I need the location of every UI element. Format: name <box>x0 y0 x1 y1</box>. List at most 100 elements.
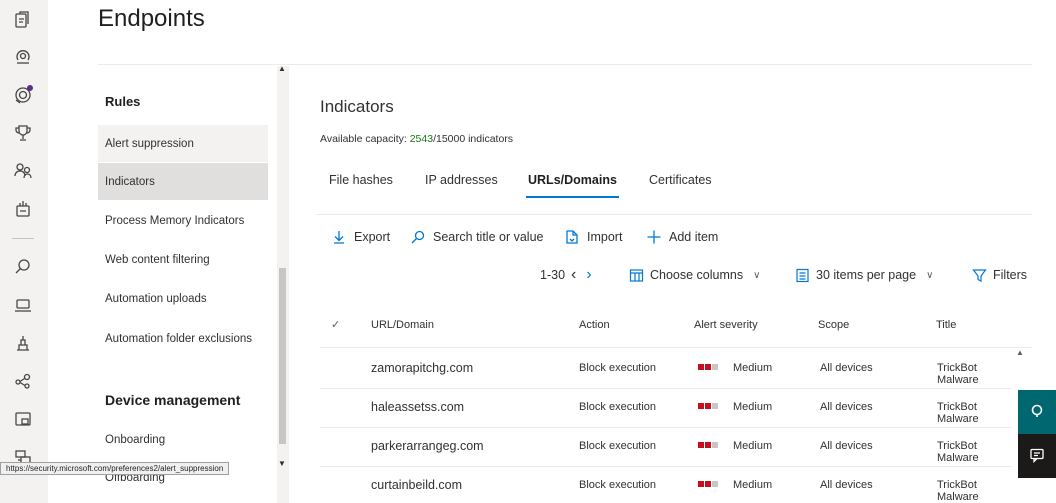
import-button[interactable]: Import <box>564 228 622 246</box>
notification-dot <box>27 85 33 91</box>
table-row[interactable]: curtainbeild.com Block execution Medium … <box>320 467 1012 503</box>
configuration-icon[interactable] <box>12 370 34 392</box>
search-label: Search title or value <box>433 230 544 244</box>
import-icon <box>564 229 580 245</box>
incidents-icon[interactable] <box>12 9 34 31</box>
table-row[interactable]: haleassetss.com Block execution Medium A… <box>320 389 1012 428</box>
filter-icon <box>972 268 987 283</box>
search-icon[interactable] <box>12 256 34 278</box>
evaluation-icon[interactable] <box>12 198 34 220</box>
export-label: Export <box>354 230 391 244</box>
vulnerability-icon[interactable] <box>12 332 34 354</box>
items-per-page-label: 30 items per page <box>816 268 917 282</box>
pagination: 1-30 ‹ › <box>540 266 592 284</box>
search-icon <box>410 229 426 245</box>
action-cell: Block execution <box>579 362 657 374</box>
filters-label: Filters <box>993 268 1028 282</box>
tab-urls-domains[interactable]: URLs/Domains <box>528 173 617 187</box>
scroll-down-arrow-icon[interactable]: ▼ <box>278 459 286 468</box>
severity-cell: Medium <box>698 401 772 413</box>
columns-icon <box>629 268 644 283</box>
severity-cell: Medium <box>698 362 772 374</box>
add-item-label: Add item <box>669 230 719 244</box>
device-inventory-icon[interactable] <box>12 294 34 316</box>
nav-item-alert-suppression[interactable]: Alert suppression <box>98 125 268 162</box>
rail-divider <box>12 238 34 239</box>
tab-certificates[interactable]: Certificates <box>649 173 712 187</box>
import-label: Import <box>587 230 623 244</box>
url-cell: parkerarrangeg.com <box>371 439 484 453</box>
severity-bars-icon <box>698 481 725 488</box>
url-cell: curtainbeild.com <box>371 478 463 492</box>
tab-ip-addresses[interactable]: IP addresses <box>425 173 498 187</box>
page-range: 1-30 <box>540 268 566 282</box>
add-icon <box>646 229 662 245</box>
left-nav-rail <box>0 0 48 503</box>
download-icon <box>331 229 347 245</box>
indicators-heading: Indicators <box>320 97 394 116</box>
table-header-divider <box>320 347 1032 348</box>
column-header-url[interactable]: URL/Domain <box>371 319 434 331</box>
email-icon[interactable] <box>12 408 34 430</box>
tabs-divider <box>316 214 1032 215</box>
severity-cell: Medium <box>698 440 772 452</box>
items-per-page-dropdown[interactable]: 30 items per page ∨ <box>795 266 933 284</box>
severity-bars-icon <box>698 403 725 410</box>
search-button[interactable]: Search title or value <box>410 228 543 246</box>
help-button[interactable] <box>1018 390 1056 434</box>
action-cell: Block execution <box>579 401 657 413</box>
select-all-checkmark-icon[interactable]: ✓ <box>331 318 340 331</box>
column-header-scope[interactable]: Scope <box>818 319 849 331</box>
action-cell: Block execution <box>579 440 657 452</box>
title-cell: TrickBot Malware <box>937 440 979 464</box>
severity-label: Medium <box>733 362 773 374</box>
column-header-action[interactable]: Action <box>579 319 610 331</box>
chevron-right-icon[interactable]: › <box>586 266 591 284</box>
feedback-button[interactable] <box>1018 434 1056 478</box>
scope-cell: All devices <box>820 440 873 452</box>
help-icon <box>1031 404 1043 417</box>
column-header-alert-severity[interactable]: Alert severity <box>694 319 758 331</box>
action-cell: Block execution <box>579 479 657 491</box>
add-item-button[interactable]: Add item <box>646 228 718 246</box>
chevron-left-icon[interactable]: ‹ <box>571 266 576 284</box>
capacity-total: /15000 indicators <box>433 133 514 145</box>
hunting-icon[interactable] <box>12 46 34 68</box>
nav-heading-device-management: Device management <box>105 392 241 408</box>
url-cell: haleassetss.com <box>371 400 465 414</box>
nav-item-web-content-filtering[interactable]: Web content filtering <box>98 241 268 278</box>
nav-item-onboarding[interactable]: Onboarding <box>98 421 268 458</box>
title-cell: TrickBot Malware <box>937 479 979 503</box>
scroll-up-arrow-icon[interactable]: ▲ <box>1016 348 1024 357</box>
nav-item-automation-folder-exclusions[interactable]: Automation folder exclusions <box>98 320 268 357</box>
chevron-down-icon: ∨ <box>753 269 761 281</box>
nav-scroll-thumb[interactable] <box>279 268 286 444</box>
score-icon[interactable] <box>12 122 34 144</box>
nav-item-process-memory-indicators[interactable]: Process Memory Indicators <box>98 202 268 239</box>
nav-scrollbar[interactable]: ▲ ▼ <box>277 64 289 503</box>
severity-bars-icon <box>698 442 725 449</box>
nav-item-indicators[interactable]: Indicators <box>98 163 268 200</box>
active-tab-indicator <box>526 196 619 198</box>
choose-columns-button[interactable]: Choose columns ∨ <box>629 266 760 284</box>
scope-cell: All devices <box>820 362 873 374</box>
filters-button[interactable]: Filters <box>972 266 1027 284</box>
tab-file-hashes[interactable]: File hashes <box>329 173 393 187</box>
feedback-icon <box>1030 448 1044 463</box>
table-row[interactable]: zamorapitchg.com Block execution Medium … <box>320 350 1012 389</box>
action-center-icon[interactable] <box>12 84 34 106</box>
export-button[interactable]: Export <box>331 228 390 246</box>
severity-label: Medium <box>733 479 773 491</box>
chevron-down-icon: ∨ <box>926 269 934 281</box>
nav-item-automation-uploads[interactable]: Automation uploads <box>98 280 268 317</box>
severity-label: Medium <box>733 440 773 452</box>
nav-heading-rules: Rules <box>105 94 141 109</box>
capacity-text: Available capacity: 2543/15000 indicator… <box>320 133 513 145</box>
scroll-up-arrow-icon[interactable]: ▲ <box>278 64 286 73</box>
partners-icon[interactable] <box>12 160 34 182</box>
table-row[interactable]: parkerarrangeg.com Block execution Mediu… <box>320 428 1012 467</box>
column-header-title[interactable]: Title <box>936 319 956 331</box>
title-cell: TrickBot Malware <box>937 362 979 386</box>
settings-nav: Rules Alert suppression Indicators Proce… <box>98 66 277 484</box>
severity-cell: Medium <box>698 479 772 491</box>
